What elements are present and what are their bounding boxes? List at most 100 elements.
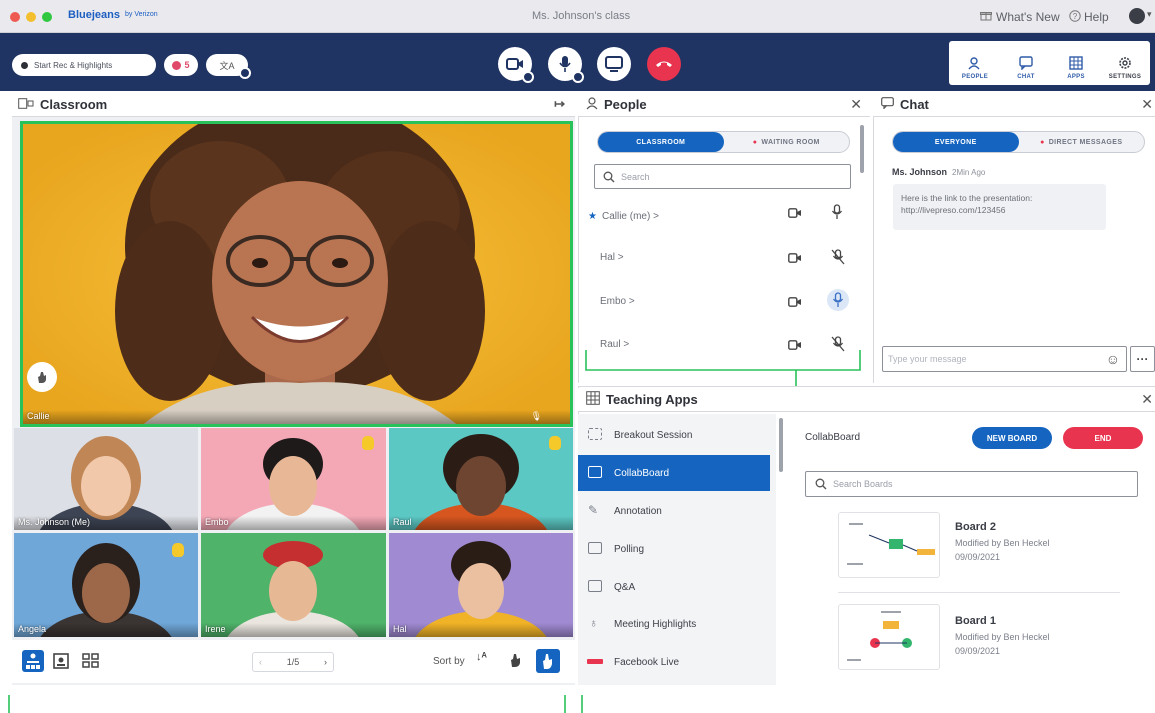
raise-hand-button[interactable] xyxy=(27,362,57,392)
chevron-down-icon[interactable]: ▾ xyxy=(1147,9,1152,20)
participant-tile[interactable]: Irene xyxy=(201,533,386,637)
video-camera-icon[interactable] xyxy=(788,297,802,307)
star-icon: ★ xyxy=(588,210,597,222)
board-modified: Modified by Ben Heckel xyxy=(955,538,1050,548)
record-dot-icon xyxy=(21,61,28,69)
app-item-meeting-highlights[interactable]: ♁ Meeting Highlights xyxy=(578,606,770,642)
tab-waiting-room[interactable]: ● WAITING ROOM xyxy=(724,132,850,152)
people-search-input[interactable]: Search xyxy=(594,164,851,189)
participant-portrait xyxy=(227,541,359,637)
camera-options-caret[interactable] xyxy=(522,71,534,83)
microphone-icon[interactable] xyxy=(831,204,843,220)
chat-input-placeholder: Type your message xyxy=(888,354,967,364)
tab-apps[interactable]: APPS xyxy=(1053,41,1099,85)
sort-by-hand-button[interactable] xyxy=(507,651,527,671)
participant-tile[interactable]: Ms. Johnson (Me) xyxy=(14,428,198,530)
video-camera-icon[interactable] xyxy=(788,208,802,218)
board-thumbnail[interactable] xyxy=(838,512,940,578)
video-camera-icon[interactable] xyxy=(788,340,802,350)
close-chat-button[interactable]: ✕ xyxy=(1141,96,1153,113)
close-window-button[interactable] xyxy=(10,12,20,22)
new-board-button[interactable]: NEW BOARD xyxy=(972,427,1052,449)
board-search-placeholder: Search Boards xyxy=(833,479,893,489)
sort-alphabetical-button[interactable]: ↓ᴬ xyxy=(476,651,496,671)
tab-everyone[interactable]: EVERYONE xyxy=(893,132,1019,152)
tab-people[interactable]: PEOPLE xyxy=(952,41,998,85)
participant-tile[interactable]: Raul xyxy=(389,428,573,530)
app-item-label: Breakout Session xyxy=(614,429,693,441)
grid-icon xyxy=(82,653,99,668)
participant-tile[interactable]: Hal xyxy=(389,533,573,637)
app-item-facebook-live[interactable]: Facebook Live xyxy=(578,644,770,680)
app-item-qa[interactable]: Q&A xyxy=(578,569,770,605)
translate-button[interactable]: 文A xyxy=(206,54,251,79)
microphone-muted-icon[interactable] xyxy=(831,336,845,352)
pagination-control: ‹ 1/5 › xyxy=(252,652,334,672)
main-speaker-video[interactable]: Callie 🎙︎ xyxy=(20,121,573,427)
app-item-label: Annotation xyxy=(614,505,662,517)
more-options-button[interactable]: ··· xyxy=(1130,346,1155,372)
search-icon xyxy=(815,478,827,490)
app-item-polling[interactable]: Polling xyxy=(578,531,770,567)
collapse-panel-icon[interactable]: ↦ xyxy=(554,96,565,112)
tab-people-label: PEOPLE xyxy=(961,74,989,80)
apps-scrollbar[interactable] xyxy=(779,418,783,472)
single-view-button[interactable] xyxy=(50,650,72,672)
participant-tile[interactable]: Angela xyxy=(14,533,198,637)
tab-settings[interactable]: SETTINGS xyxy=(1102,41,1148,85)
search-icon xyxy=(603,171,615,182)
zoom-window-button[interactable] xyxy=(42,12,52,22)
participant-name: Raul xyxy=(393,517,412,527)
chat-message-input[interactable]: Type your message ☺ xyxy=(882,346,1127,372)
participant-name: Angela xyxy=(18,624,47,634)
whats-new-link[interactable]: What's New xyxy=(996,10,1060,24)
tab-chat[interactable]: CHAT xyxy=(1003,41,1049,85)
sort-az-icon: ↓ᴬ xyxy=(476,651,487,663)
svg-text:?: ? xyxy=(1073,12,1078,21)
board-name[interactable]: Board 2 xyxy=(955,521,996,533)
share-screen-button[interactable] xyxy=(597,47,631,81)
camera-button[interactable] xyxy=(498,47,534,83)
people-tabs: CLASSROOM ● WAITING ROOM xyxy=(597,131,850,153)
sort-by-raised-button[interactable] xyxy=(536,649,560,673)
participant-row[interactable]: Embo > xyxy=(600,287,852,315)
microphone-options-caret[interactable] xyxy=(572,71,584,83)
user-avatar[interactable] xyxy=(1129,8,1145,24)
gallery-view-button[interactable] xyxy=(80,650,102,672)
speaker-view-button[interactable] xyxy=(22,650,44,672)
participant-tile[interactable]: Embo xyxy=(201,428,386,530)
breakout-icon xyxy=(588,428,602,440)
poll-icon xyxy=(588,542,602,554)
participant-row[interactable]: ★ Callie (me) > xyxy=(588,202,840,230)
board-search-input[interactable]: Search Boards xyxy=(805,471,1138,497)
tab-classroom[interactable]: CLASSROOM xyxy=(598,132,724,152)
participant-row[interactable]: Hal > xyxy=(600,243,852,271)
start-recording-button[interactable]: Start Rec & Highlights xyxy=(12,54,156,76)
participants-button[interactable]: 5 xyxy=(164,54,198,76)
end-call-button[interactable] xyxy=(647,47,681,81)
tab-direct-messages[interactable]: ● DIRECT MESSAGES xyxy=(1019,132,1145,152)
end-board-button[interactable]: END xyxy=(1063,427,1143,449)
app-item-breakout[interactable]: Breakout Session xyxy=(578,417,770,453)
emoji-icon[interactable]: ☺ xyxy=(1106,351,1120,367)
microphone-icon[interactable] xyxy=(832,292,844,308)
next-page-button[interactable]: › xyxy=(324,657,327,667)
chat-icon xyxy=(1019,56,1033,70)
participant-row-name: Hal > xyxy=(600,251,624,263)
participants-icon xyxy=(172,60,182,70)
classroom-icon xyxy=(18,97,34,112)
participant-row[interactable]: Raul > xyxy=(600,330,852,358)
minimize-window-button[interactable] xyxy=(26,12,36,22)
microphone-muted-icon[interactable] xyxy=(831,249,845,265)
app-item-collabboard[interactable]: CollabBoard xyxy=(578,455,770,491)
people-scrollbar[interactable] xyxy=(860,125,864,173)
board-thumbnail[interactable] xyxy=(838,604,940,670)
close-teaching-apps-button[interactable]: ✕ xyxy=(1141,391,1153,408)
app-item-annotation[interactable]: ✎ Annotation xyxy=(578,493,770,529)
close-people-button[interactable]: ✕ xyxy=(850,96,862,113)
board-name[interactable]: Board 1 xyxy=(955,615,996,627)
previous-page-button[interactable]: ‹ xyxy=(259,657,262,667)
video-camera-icon[interactable] xyxy=(788,253,802,263)
microphone-button[interactable] xyxy=(548,47,584,83)
help-link[interactable]: Help xyxy=(1084,10,1109,24)
